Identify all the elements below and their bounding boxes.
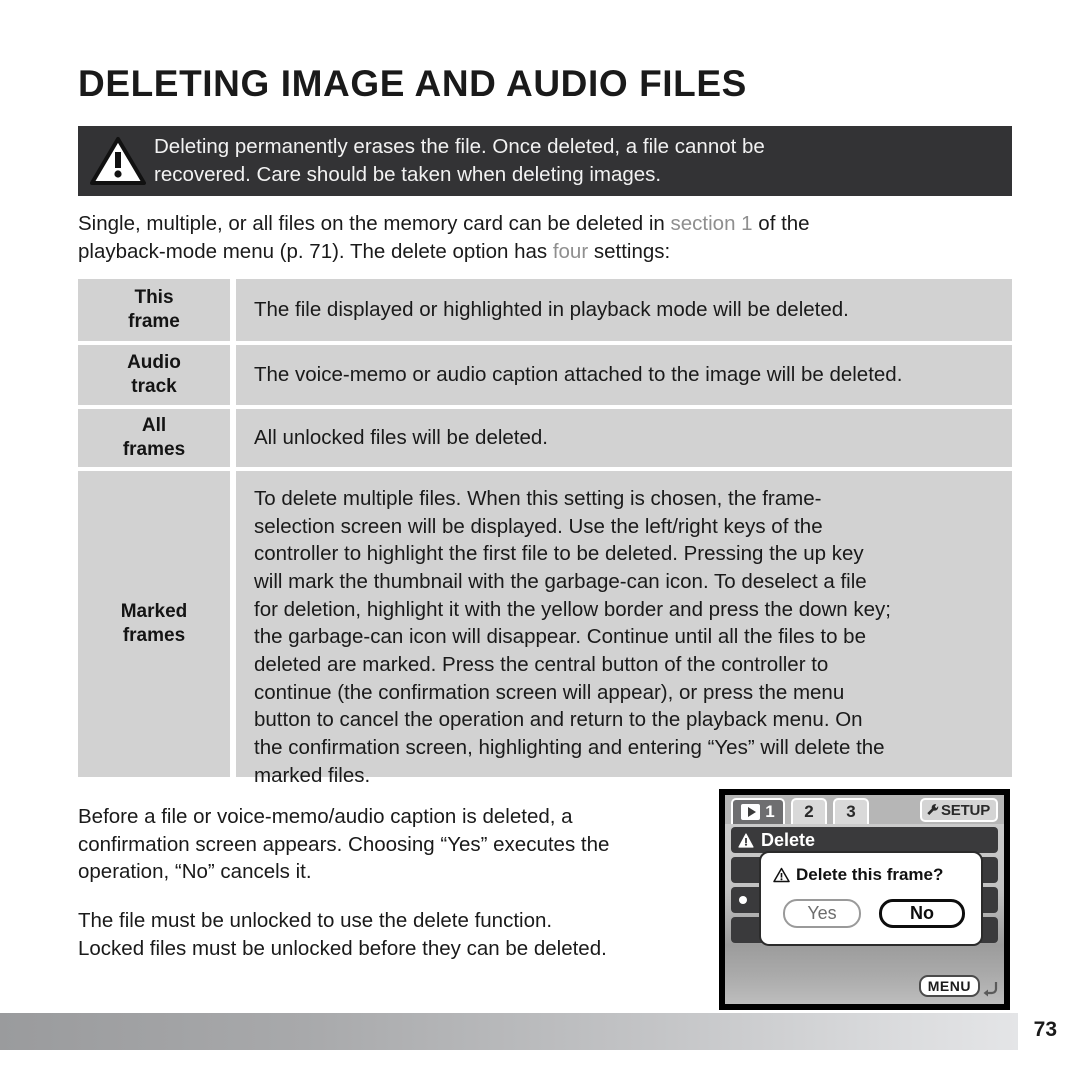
manual-page: DELETING IMAGE AND AUDIO FILES Deleting … [0,0,1080,1082]
label-line-1: Audio [127,352,181,374]
intro-section-ref: section 1 [670,212,753,235]
delete-confirmation-dialog: Delete this frame? Yes No [759,851,983,946]
lcd-menu-header-delete[interactable]: Delete [731,827,998,853]
tab-setup[interactable]: SETUP [919,798,998,822]
tab-playback-1[interactable]: 1 [731,798,785,824]
lcd-menu-header-label: Delete [761,829,816,850]
label-line-1: Marked [120,601,188,623]
setting-label-audio-track: Audio track [78,345,230,405]
dialog-message: Delete this frame? [773,865,943,885]
intro-text-2b: settings: [588,239,671,263]
setting-description-marked-frames: To delete multiple files. When this sett… [236,471,1012,787]
table-row: This frame The file displayed or highlig… [78,279,1012,341]
desc-line: marked files. [254,763,371,787]
label-line-1: All [141,415,167,437]
warning-line-2: recovered. Care should be taken when del… [154,163,662,186]
label-line-2: track [131,376,177,397]
return-arrow-icon [983,982,998,997]
dialog-yes-button[interactable]: Yes [783,899,861,928]
intro-text-1a: Single, multiple, or all files on the me… [78,212,671,235]
para-line: Locked files must be unlocked before the… [78,936,607,960]
intro-text-2a: playback-mode menu (p. 71). The delete o… [78,239,553,263]
footer-bar [0,1013,1018,1050]
table-row: Audio track The voice-memo or audio capt… [78,345,1012,405]
desc-line: selection screen will be displayed. Use … [254,514,823,538]
desc-line: for deletion, highlight it with the yell… [254,597,892,621]
setting-description-all-frames: All unlocked files will be deleted. [236,409,1012,467]
intro-line-1: Single, multiple, or all files on the me… [78,210,1008,238]
setting-description-audio-track: The voice-memo or audio caption attached… [236,345,1012,405]
warning-banner: Deleting permanently erases the file. On… [78,126,1012,196]
wrench-icon [926,803,940,817]
tab-3[interactable]: 3 [833,798,869,824]
warning-triangle-icon [738,832,754,848]
desc-line: the confirmation screen, highlighting an… [254,736,885,760]
intro-line-2: playback-mode menu (p. 71). The delete o… [78,238,1008,266]
playback-triangle-icon [741,804,761,820]
setting-label-this-frame: This frame [78,279,230,341]
tab-2-label: 2 [804,802,814,821]
para-line: The file must be unlocked to use the del… [78,909,553,932]
tab-3-label: 3 [846,802,856,821]
tab-playback-1-label: 1 [765,802,775,821]
warning-line-1: Deleting permanently erases the file. On… [154,135,765,159]
intro-text-1b: of the [752,212,810,235]
desc-line: button to cancel the operation and retur… [254,708,863,732]
dialog-message-text: Delete this frame? [796,865,944,884]
setting-label-all-frames: All frames [78,409,230,467]
label-line-2: frames [122,625,186,646]
label-line-2: frame [128,311,180,332]
label-line-2: frames [122,439,186,460]
dialog-no-label: No [910,903,934,923]
intro-count-ref: four [552,239,589,263]
desc-line: will mark the thumbnail with the garbage… [254,570,867,594]
tab-setup-label: SETUP [940,801,990,819]
menu-button-badge[interactable]: MENU [918,975,980,997]
warning-triangle-icon [90,137,146,185]
desc-line: deleted are marked. Press the central bu… [254,653,829,677]
camera-lcd-screen: 1 2 3 SETUP Delete Delete this frame? Ye… [725,795,1004,1004]
label-line-1: This [134,287,174,309]
confirmation-paragraph: Before a file or voice-memo/audio captio… [78,803,702,886]
para-line: operation, “No” cancels it. [78,860,312,884]
lcd-tab-bar: 1 2 3 SETUP [725,795,1004,824]
camera-lcd-illustration: 1 2 3 SETUP Delete Delete this frame? Ye… [719,789,1010,1010]
desc-line: controller to highlight the first file t… [254,542,864,566]
delete-settings-table: This frame The file displayed or highlig… [78,279,1012,787]
tab-2[interactable]: 2 [791,798,827,824]
dialog-no-button[interactable]: No [879,899,965,928]
page-number: 73 [1033,1018,1057,1041]
page-title: DELETING IMAGE AND AUDIO FILES [78,63,747,104]
para-line: Before a file or voice-memo/audio captio… [78,805,573,828]
intro-paragraph: Single, multiple, or all files on the me… [78,210,1008,265]
unlock-paragraph: The file must be unlocked to use the del… [78,907,702,962]
warning-triangle-icon [773,867,790,883]
desc-line: the garbage-can icon will disappear. Con… [254,625,866,649]
table-row: All frames All unlocked files will be de… [78,409,1012,467]
desc-line: continue (the confirmation screen will a… [254,680,845,704]
desc-line: To delete multiple files. When this sett… [254,487,822,510]
dialog-yes-label: Yes [807,903,837,923]
para-line: confirmation screen appears. Choosing “Y… [78,832,610,856]
setting-description-this-frame: The file displayed or highlighted in pla… [236,279,1012,341]
setting-label-marked-frames: Marked frames [78,471,230,777]
lcd-bottom-bar: MENU [725,970,1004,1004]
table-row: Marked frames To delete multiple files. … [78,471,1012,787]
warning-text: Deleting permanently erases the file. On… [154,133,781,188]
